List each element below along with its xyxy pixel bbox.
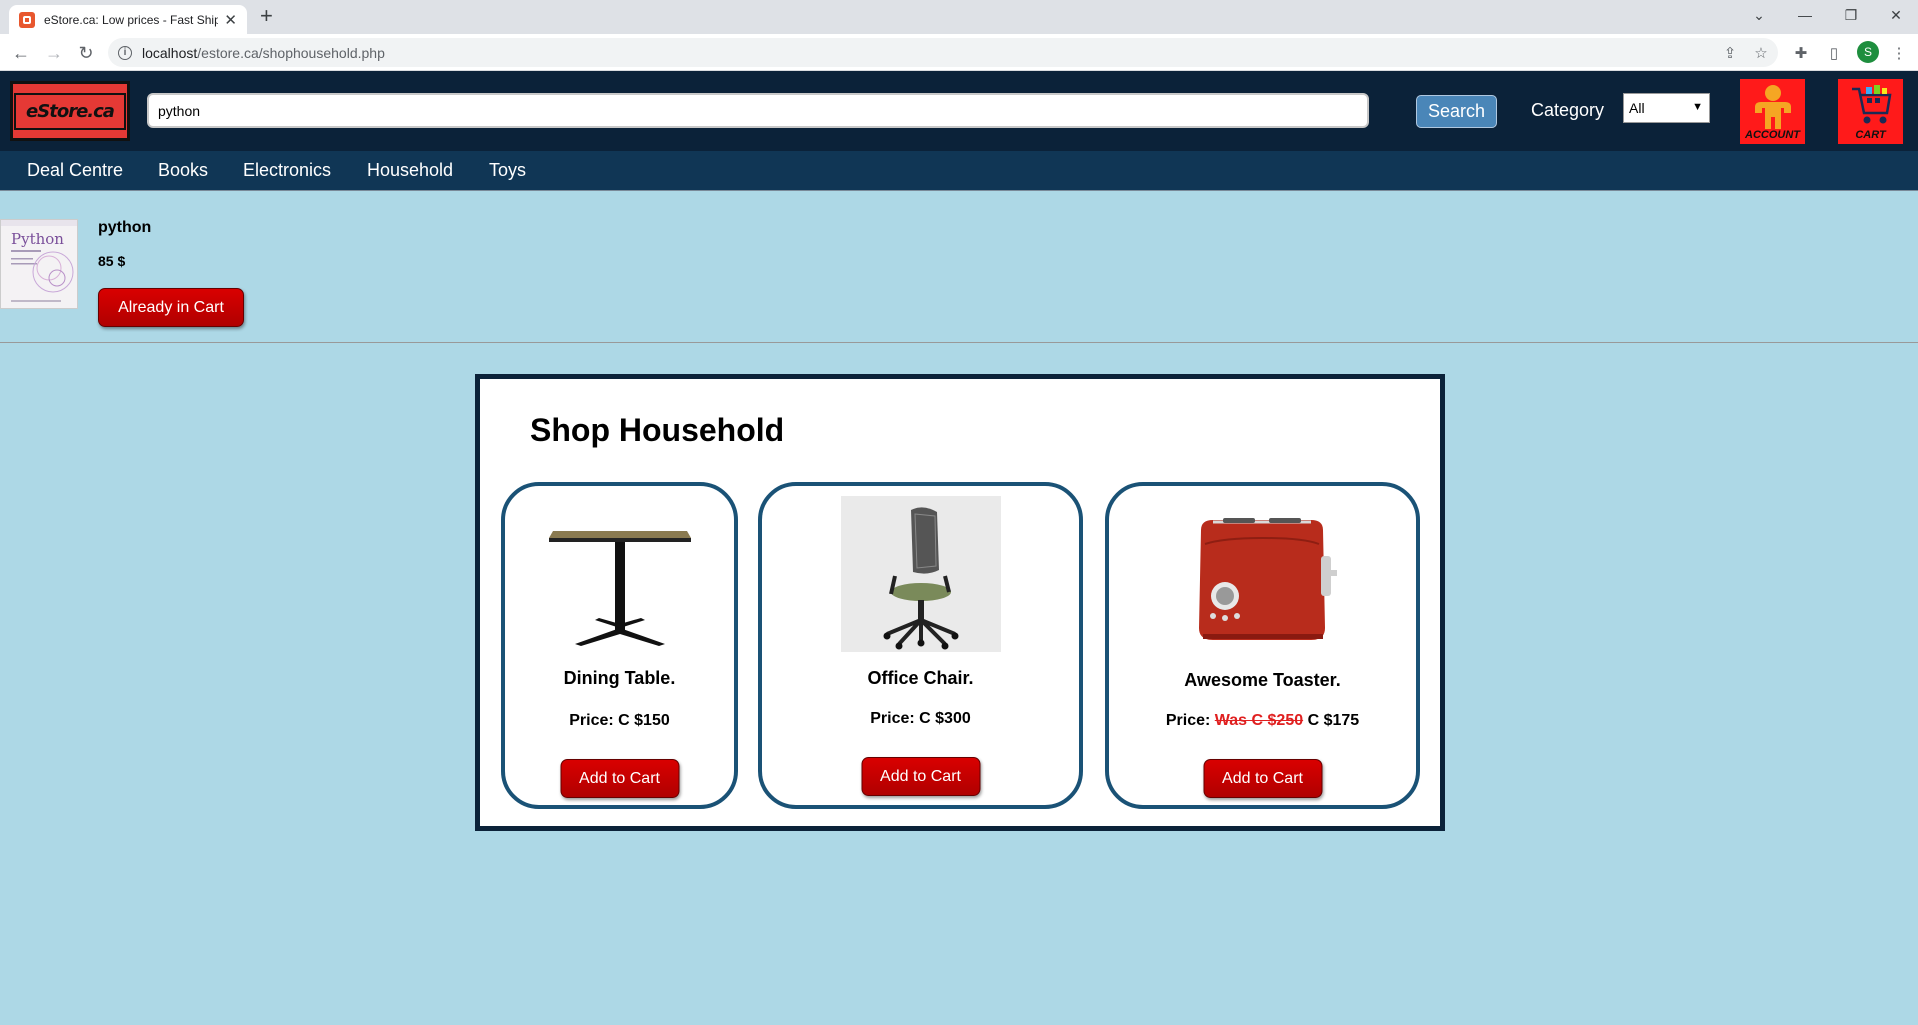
nav-item-books[interactable]: Books bbox=[158, 160, 208, 181]
cart-button[interactable]: CART bbox=[1838, 79, 1903, 144]
product-price: Price: Was C $250 C $175 bbox=[1109, 712, 1416, 730]
cart-item-price: 85 $ bbox=[98, 253, 126, 269]
product-card-dining-table: Dining Table. Price: C $150 Add to Cart bbox=[501, 482, 738, 809]
minimize-icon[interactable]: — bbox=[1782, 0, 1828, 30]
add-to-cart-button[interactable]: Add to Cart bbox=[560, 759, 679, 798]
product-price: Price: C $300 bbox=[762, 710, 1079, 728]
product-name: Office Chair. bbox=[867, 668, 974, 688]
product-name: Awesome Toaster. bbox=[1184, 670, 1341, 690]
reload-icon[interactable]: ↻ bbox=[75, 42, 97, 64]
menu-dots-icon[interactable]: ⋮ bbox=[1890, 44, 1908, 62]
search-button[interactable]: Search bbox=[1416, 95, 1497, 128]
close-window-icon[interactable]: ✕ bbox=[1873, 0, 1918, 30]
restore-icon[interactable]: ❐ bbox=[1828, 0, 1874, 30]
category-select[interactable]: All ▼ bbox=[1623, 93, 1710, 123]
search-input[interactable] bbox=[147, 93, 1369, 128]
account-button[interactable]: ACCOUNT bbox=[1740, 79, 1805, 144]
page-title: Shop Household bbox=[530, 412, 785, 448]
price-value: C $175 bbox=[1307, 712, 1360, 729]
favicon-icon bbox=[19, 11, 35, 28]
product-name: Dining Table. bbox=[563, 668, 676, 688]
cart-label: CART bbox=[1855, 129, 1886, 141]
toaster-image bbox=[1198, 518, 1337, 640]
price-label: Price: bbox=[870, 710, 915, 727]
account-person-icon bbox=[1754, 85, 1791, 129]
category-selected: All bbox=[1629, 100, 1645, 116]
nav-item-toys[interactable]: Toys bbox=[489, 160, 526, 181]
office-chair-image bbox=[840, 496, 1001, 652]
dining-table-image bbox=[548, 531, 691, 646]
site-info-icon[interactable]: i bbox=[118, 45, 132, 60]
browser-tab-strip: eStore.ca: Low prices - Fast Shipp ✕ + ⌄… bbox=[0, 0, 1918, 34]
product-card-office-chair: Office Chair. Price: C $300 Add to Cart bbox=[758, 482, 1083, 809]
shopping-cart-icon bbox=[1851, 85, 1891, 124]
already-in-cart-button[interactable]: Already in Cart bbox=[98, 288, 244, 327]
category-nav: Deal Centre Books Electronics Household … bbox=[0, 151, 1918, 191]
price-label: Price: bbox=[569, 712, 614, 729]
share-icon[interactable]: ⇪ bbox=[1721, 44, 1739, 62]
browser-tab[interactable]: eStore.ca: Low prices - Fast Shipp ✕ bbox=[9, 5, 247, 34]
address-bar[interactable]: i localhost/estore.ca/shophousehold.php bbox=[108, 38, 1778, 67]
price-label: Price: bbox=[1165, 712, 1211, 729]
tab-title: eStore.ca: Low prices - Fast Shipp bbox=[44, 12, 219, 27]
was-price: Was C $250 bbox=[1214, 712, 1304, 729]
shop-household-panel: Shop Household Dining Table. Price: C $1… bbox=[475, 374, 1445, 831]
product-card-toaster: Awesome Toaster. Price: Was C $250 C $17… bbox=[1105, 482, 1420, 809]
url-path: /estore.ca/shophousehold.php bbox=[197, 44, 385, 61]
bookmark-star-icon[interactable]: ☆ bbox=[1752, 44, 1770, 62]
forward-icon[interactable]: → bbox=[43, 42, 65, 64]
book-cover-image: Python bbox=[0, 219, 78, 309]
nav-item-deal-centre[interactable]: Deal Centre bbox=[27, 160, 123, 181]
account-label: ACCOUNT bbox=[1745, 129, 1800, 141]
back-icon[interactable]: ← bbox=[10, 42, 32, 64]
new-tab-icon[interactable]: + bbox=[260, 5, 273, 27]
cart-item-row: Python python 85 $ Already in Cart bbox=[0, 191, 1918, 343]
nav-item-household[interactable]: Household bbox=[367, 160, 453, 181]
profile-avatar[interactable]: S bbox=[1857, 41, 1879, 63]
tab-search-icon[interactable]: ⌄ bbox=[1736, 0, 1782, 30]
product-price: Price: C $150 bbox=[505, 712, 734, 730]
add-to-cart-button[interactable]: Add to Cart bbox=[1203, 759, 1322, 798]
add-to-cart-button[interactable]: Add to Cart bbox=[861, 757, 980, 796]
site-logo[interactable]: eStore.ca bbox=[10, 81, 130, 141]
book-cover-title: Python bbox=[11, 230, 64, 248]
side-panel-icon[interactable]: ▯ bbox=[1825, 44, 1843, 62]
browser-toolbar: ← → ↻ i localhost/estore.ca/shophousehol… bbox=[0, 34, 1918, 71]
url-host: localhost bbox=[142, 44, 198, 61]
chevron-down-icon: ▼ bbox=[1692, 101, 1703, 113]
category-label: Category bbox=[1531, 100, 1605, 120]
price-value: C $300 bbox=[919, 710, 971, 727]
close-tab-icon[interactable]: ✕ bbox=[224, 11, 237, 29]
cart-item-name: python bbox=[98, 219, 152, 236]
extensions-icon[interactable]: ✚ bbox=[1792, 44, 1810, 62]
nav-item-electronics[interactable]: Electronics bbox=[243, 160, 331, 181]
site-header: eStore.ca Search Category All ▼ ACCOUNT … bbox=[0, 71, 1918, 151]
logo-text: eStore.ca bbox=[14, 92, 126, 130]
price-value: C $150 bbox=[618, 712, 670, 729]
